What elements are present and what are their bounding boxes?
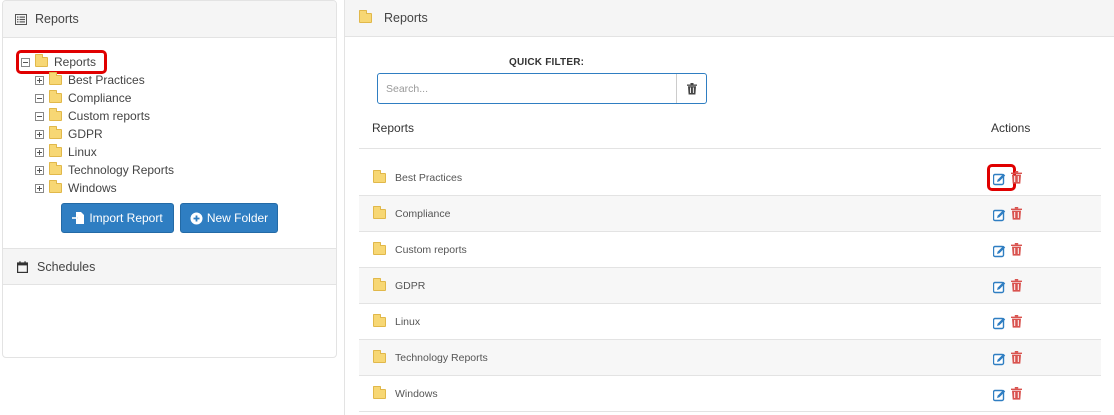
quick-filter-label: QUICK FILTER: [509,57,585,68]
expand-icon[interactable] [35,165,44,175]
table-row[interactable]: Compliance [359,196,1101,232]
row-label: Linux [395,315,421,328]
tree-item-label: GDPR [68,127,103,141]
search-input[interactable] [378,74,676,103]
delete-icon[interactable] [1011,207,1022,223]
folder-icon [35,54,48,67]
folder-icon [373,385,386,399]
reports-table: Best Practices Compliance Custom reports [359,160,1101,412]
delete-icon[interactable] [1011,315,1022,331]
reports-list-title: Reports [384,11,428,25]
edit-icon[interactable] [993,389,1006,402]
table-row[interactable]: Custom reports [359,232,1101,268]
expand-icon[interactable] [35,183,44,193]
tree-root-label: Reports [54,55,97,69]
folder-icon [49,144,62,157]
folder-icon [373,313,386,327]
clear-search-button[interactable] [676,74,706,103]
row-label: Windows [395,387,438,400]
reports-panel-header: Reports [3,1,336,38]
folder-icon [373,277,386,291]
import-report-label: Import Report [89,211,163,225]
tree-item-compliance[interactable]: Compliance [35,89,131,107]
column-header-actions: Actions [991,121,1031,135]
folder-icon [373,241,386,255]
tree-item-label: Windows [68,181,117,195]
tree-item-technology-reports[interactable]: Technology Reports [35,161,174,179]
delete-icon[interactable] [1011,387,1022,403]
trash-icon [686,82,697,94]
tree-item-best-practices[interactable]: Best Practices [35,71,145,89]
tree-item-label: Technology Reports [68,163,175,177]
delete-icon[interactable] [1011,243,1022,259]
table-row[interactable]: Windows [359,376,1101,412]
column-header-reports: Reports [372,121,415,135]
edit-icon[interactable] [993,173,1006,186]
reports-tree-panel: Reports Reports Best Practices Complianc… [2,0,337,358]
edit-icon[interactable] [993,317,1006,330]
row-label: Custom reports [395,243,467,256]
edit-icon[interactable] [993,209,1006,222]
tree-item-gdpr[interactable]: GDPR [35,125,103,143]
reports-panel-title: Reports [35,12,79,26]
row-label: Technology Reports [395,351,488,364]
expand-icon[interactable] [35,129,44,139]
collapse-icon[interactable] [35,93,44,103]
folder-icon [373,169,386,183]
list-icon [15,13,27,25]
edit-icon[interactable] [993,245,1006,258]
reports-list-panel: Reports QUICK FILTER: Reports Actions Be… [344,0,1114,415]
row-label: Compliance [395,207,451,220]
expand-icon[interactable] [35,75,44,85]
folder-icon [49,72,62,85]
folder-icon [49,126,62,139]
tree-item-linux[interactable]: Linux [35,143,97,161]
tree-item-label: Linux [68,145,97,159]
folder-icon [373,349,386,363]
collapse-icon[interactable] [35,111,44,121]
new-folder-label: New Folder [206,211,269,225]
table-row[interactable]: Linux [359,304,1101,340]
schedules-panel-header[interactable]: Schedules [3,248,336,285]
tree-item-windows[interactable]: Windows [35,179,117,197]
plus-circle-icon [190,212,203,224]
row-label: Best Practices [395,171,463,184]
delete-icon[interactable] [1011,279,1022,295]
new-folder-button[interactable]: New Folder [180,203,278,233]
schedules-title: Schedules [37,259,96,274]
tree-item-label: Custom reports [68,109,151,123]
folder-icon [49,162,62,175]
calendar-icon [17,260,28,273]
import-report-button[interactable]: Import Report [61,203,174,233]
tree-item-label: Best Practices [68,73,145,87]
folder-icon [49,108,62,121]
collapse-icon[interactable] [21,57,30,67]
quick-filter-search [377,73,707,104]
reports-list-header: Reports [345,0,1114,37]
folder-icon [49,180,62,193]
table-header-divider [359,148,1101,149]
edit-icon[interactable] [993,281,1006,294]
tree-item-custom-reports[interactable]: Custom reports [35,107,150,125]
delete-icon[interactable] [1011,171,1022,187]
table-row[interactable]: Technology Reports [359,340,1101,376]
folder-icon [49,90,62,103]
tree-item-label: Compliance [68,91,132,105]
edit-icon[interactable] [993,353,1006,366]
table-row[interactable]: Best Practices [359,160,1101,196]
folder-icon [359,10,372,23]
delete-icon[interactable] [1011,351,1022,367]
folder-icon [373,205,386,219]
tree-root-reports[interactable]: Reports [21,53,96,71]
expand-icon[interactable] [35,147,44,157]
row-label: GDPR [395,279,426,292]
import-icon [72,212,85,224]
table-row[interactable]: GDPR [359,268,1101,304]
